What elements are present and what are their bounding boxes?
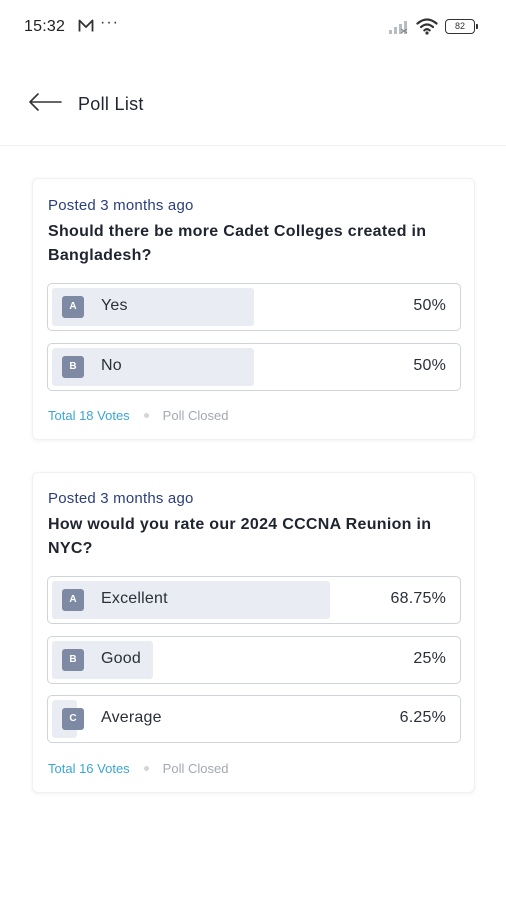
- option-letter-badge: B: [62, 649, 84, 671]
- poll-option-no[interactable]: B No 50%: [47, 343, 461, 391]
- option-label: Average: [101, 709, 162, 726]
- total-votes: Total 18 Votes: [48, 408, 130, 423]
- separator-dot: [143, 413, 149, 418]
- option-percentage: 6.25%: [399, 709, 446, 726]
- option-label: Excellent: [101, 590, 168, 607]
- poll-question: How would you rate our 2024 CCCNA Reunio…: [48, 516, 432, 557]
- poll-card: Posted 3 months ago How would you rate o…: [32, 472, 475, 793]
- poll-option-yes[interactable]: A Yes 50%: [47, 283, 461, 331]
- option-percentage: 50%: [413, 357, 446, 374]
- poll-status: Poll Closed: [162, 761, 229, 776]
- poll-posted-time: Posted 3 months ago: [48, 197, 194, 214]
- option-letter-badge: A: [62, 589, 84, 611]
- option-percentage: 68.75%: [390, 590, 446, 607]
- status-time: 15:32: [24, 18, 66, 35]
- option-letter-badge: A: [62, 296, 84, 318]
- poll-option-result-bar: [52, 581, 330, 619]
- poll-question: Should there be more Cadet Colleges crea…: [48, 223, 427, 264]
- poll-card: Posted 3 months ago Should there be more…: [32, 178, 475, 440]
- option-letter-badge: C: [62, 708, 84, 730]
- poll-option-average[interactable]: C Average 6.25%: [47, 695, 461, 743]
- battery-icon: 82: [445, 19, 478, 34]
- status-bar: 15:32 ··· 82: [0, 0, 506, 56]
- poll-option-excellent[interactable]: A Excellent 68.75%: [47, 576, 461, 624]
- mail-icon: [78, 19, 94, 38]
- option-percentage: 25%: [413, 650, 446, 667]
- poll-meta: Total 18 Votes Poll Closed: [48, 408, 228, 423]
- option-label: No: [101, 357, 122, 374]
- more-notifications-icon: ···: [100, 14, 119, 31]
- poll-meta: Total 16 Votes Poll Closed: [48, 761, 228, 776]
- wifi-icon: [416, 18, 438, 40]
- option-letter-badge: B: [62, 356, 84, 378]
- poll-option-good[interactable]: B Good 25%: [47, 636, 461, 684]
- signal-icon: [388, 20, 410, 39]
- option-label: Good: [101, 650, 141, 667]
- poll-status: Poll Closed: [162, 408, 229, 423]
- app-header: Poll List: [0, 84, 506, 146]
- back-button[interactable]: [28, 92, 64, 116]
- option-label: Yes: [101, 297, 128, 314]
- separator-dot: [143, 766, 149, 771]
- total-votes: Total 16 Votes: [48, 761, 130, 776]
- arrow-left-icon: [28, 92, 62, 117]
- option-percentage: 50%: [413, 297, 446, 314]
- page-title: Poll List: [78, 94, 144, 114]
- poll-posted-time: Posted 3 months ago: [48, 490, 194, 507]
